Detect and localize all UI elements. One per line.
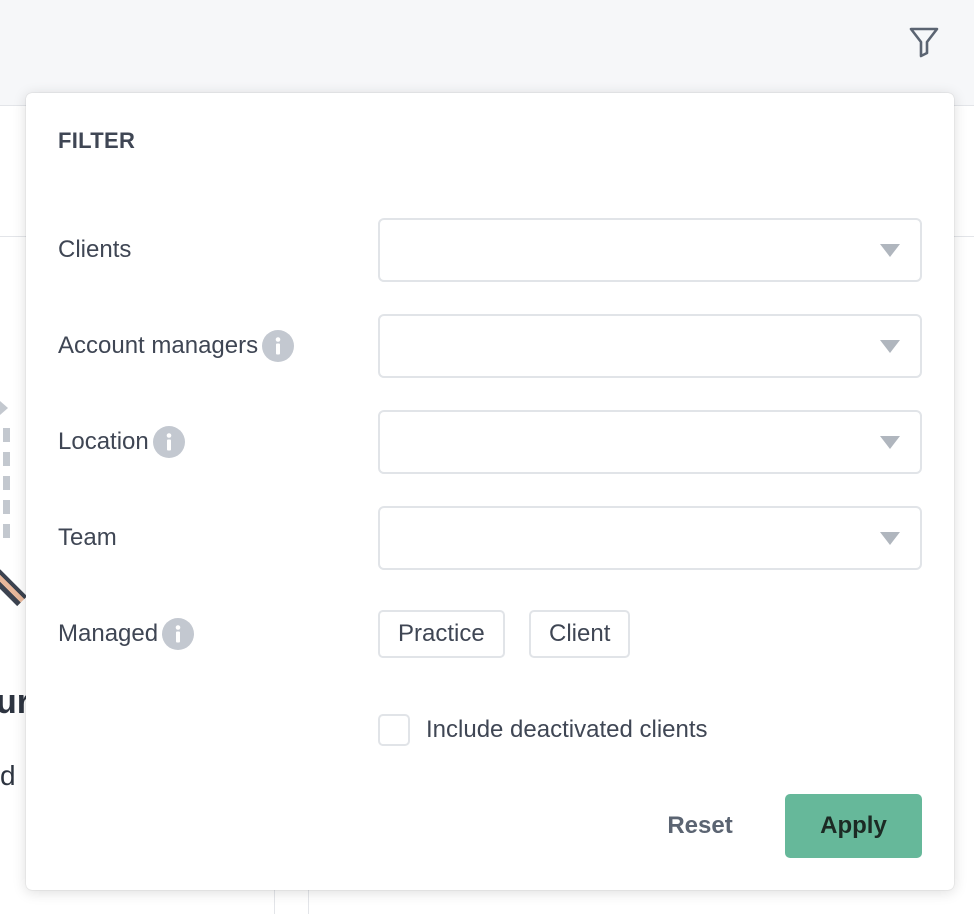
managed-label: Managed bbox=[58, 620, 159, 647]
chevron-down-icon bbox=[880, 532, 900, 545]
info-icon[interactable] bbox=[162, 618, 195, 650]
include-deactivated-checkbox[interactable] bbox=[378, 714, 410, 746]
managed-label-row: Managed bbox=[58, 603, 195, 665]
filter-title: FILTER bbox=[58, 128, 136, 153]
clients-label-row: Clients bbox=[58, 219, 131, 281]
account-managers-select[interactable] bbox=[378, 314, 922, 378]
location-select[interactable] bbox=[378, 410, 922, 474]
apply-button[interactable]: Apply bbox=[785, 794, 922, 858]
clients-select[interactable] bbox=[378, 218, 922, 282]
reset-button[interactable]: Reset bbox=[646, 794, 754, 858]
team-label: Team bbox=[58, 524, 117, 551]
chevron-down-icon bbox=[880, 244, 900, 257]
background-text: d bbox=[0, 760, 16, 791]
managed-practice-button[interactable]: Practice bbox=[378, 610, 505, 658]
background-illustration bbox=[0, 567, 28, 607]
chevron-down-icon bbox=[880, 340, 900, 353]
account-managers-label: Account managers bbox=[58, 332, 259, 359]
info-icon[interactable] bbox=[152, 426, 185, 458]
account-managers-label-row: Account managers bbox=[58, 315, 295, 377]
team-select[interactable] bbox=[378, 506, 922, 570]
info-icon[interactable] bbox=[262, 330, 295, 362]
clients-label: Clients bbox=[58, 236, 132, 263]
include-deactivated-label[interactable]: Include deactivated clients bbox=[426, 714, 708, 746]
location-label: Location bbox=[58, 428, 149, 455]
managed-client-button[interactable]: Client bbox=[529, 610, 631, 658]
chevron-down-icon bbox=[880, 436, 900, 449]
team-label-row: Team bbox=[58, 507, 117, 569]
top-bar bbox=[0, 0, 974, 106]
location-label-row: Location bbox=[58, 411, 185, 473]
filter-popover: FILTER Clients Account managers Location… bbox=[26, 93, 954, 890]
filter-funnel-icon[interactable] bbox=[906, 24, 942, 60]
background-dashed-line bbox=[3, 428, 10, 538]
background-arrow-icon bbox=[0, 401, 8, 415]
